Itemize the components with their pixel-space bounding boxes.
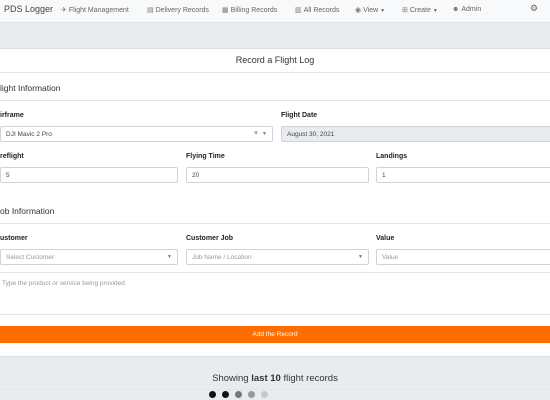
product-description-textarea[interactable]: Type the product or service being provid… bbox=[2, 280, 125, 287]
gear-icon[interactable]: ⚙ bbox=[530, 3, 538, 14]
nav-admin-label: Admin bbox=[461, 6, 482, 13]
eye-icon: ◉ bbox=[355, 7, 362, 14]
flight-date-field[interactable]: August 30, 2021 bbox=[281, 126, 550, 142]
preflight-input[interactable]: 5 bbox=[0, 167, 178, 183]
clear-icon[interactable]: × bbox=[254, 130, 258, 137]
caret-down-icon: ▼ bbox=[380, 8, 386, 14]
records-summary: Showing last 10 flight records bbox=[0, 373, 550, 384]
loading-dot bbox=[248, 391, 255, 398]
brand-logo[interactable]: PDS Logger bbox=[4, 4, 53, 14]
plus-square-icon: ⊞ bbox=[402, 7, 408, 14]
nav-billing-records[interactable]: ▦ Billing Records bbox=[222, 6, 277, 14]
flight-date-label: Flight Date bbox=[281, 112, 318, 119]
airframe-label: irframe bbox=[0, 112, 24, 119]
loading-dot bbox=[209, 391, 216, 398]
document-icon: ▤ bbox=[147, 7, 154, 14]
nav-delivery-records[interactable]: ▤ Delivery Records bbox=[147, 6, 209, 14]
nav-create-dropdown[interactable]: ⊞ Create ▼ bbox=[402, 6, 438, 14]
plane-icon: ✈ bbox=[61, 7, 67, 14]
loading-dot bbox=[235, 391, 242, 398]
flight-log-card bbox=[0, 48, 550, 357]
billing-icon: ▦ bbox=[222, 7, 229, 14]
value-input[interactable]: Value bbox=[376, 249, 550, 265]
nav-view-dropdown[interactable]: ◉ View ▼ bbox=[355, 6, 385, 14]
loading-dot bbox=[261, 391, 268, 398]
nav-all-records[interactable]: ▥ All Records bbox=[295, 6, 339, 14]
landings-label: Landings bbox=[376, 153, 408, 160]
records-summary-prefix: Showing bbox=[212, 373, 252, 384]
job-information-heading: ob Information bbox=[0, 206, 55, 216]
records-summary-suffix: flight records bbox=[280, 373, 338, 384]
customer-label: ustomer bbox=[0, 235, 28, 242]
flying-time-label: Flying Time bbox=[186, 153, 225, 160]
value-placeholder: Value bbox=[382, 254, 399, 261]
flying-time-input[interactable]: 20 bbox=[186, 167, 369, 183]
chevron-down-icon: ▼ bbox=[167, 254, 172, 260]
user-cog-icon: ☻ bbox=[452, 6, 460, 13]
textarea-top-border bbox=[0, 272, 550, 273]
airframe-selected-value: DJI Mavic 2 Pro bbox=[6, 131, 52, 138]
loading-dot bbox=[222, 391, 229, 398]
nav-delivery-records-label: Delivery Records bbox=[155, 7, 209, 14]
nav-create-label: Create bbox=[409, 7, 431, 14]
nav-flight-management-label: Flight Management bbox=[68, 7, 129, 14]
customer-select[interactable]: Select Customer ▼ bbox=[0, 249, 178, 265]
preflight-label: reflight bbox=[0, 153, 24, 160]
value-label: Value bbox=[376, 235, 395, 242]
customer-job-select[interactable]: Job Name / Location ▼ bbox=[186, 249, 369, 265]
nav-all-records-label: All Records bbox=[303, 7, 340, 14]
flight-information-heading: light Information bbox=[0, 83, 61, 93]
textarea-bottom-border bbox=[0, 314, 550, 315]
nav-admin[interactable]: ☻ Admin bbox=[452, 6, 481, 13]
page-title: Record a Flight Log bbox=[235, 55, 315, 65]
chevron-down-icon: ▼ bbox=[262, 131, 267, 137]
divider bbox=[0, 389, 550, 390]
nav-view-label: View bbox=[363, 7, 379, 14]
nav-flight-management[interactable]: ✈ Flight Management bbox=[61, 6, 129, 14]
divider bbox=[0, 223, 550, 224]
landings-input[interactable]: 1 bbox=[376, 167, 550, 183]
divider bbox=[0, 100, 550, 101]
chevron-down-icon: ▼ bbox=[358, 254, 363, 260]
caret-down-icon: ▼ bbox=[432, 8, 438, 14]
airframe-select[interactable]: DJI Mavic 2 Pro × ▼ bbox=[0, 126, 273, 142]
records-summary-count: last 10 bbox=[251, 373, 281, 384]
nav-billing-records-label: Billing Records bbox=[230, 7, 278, 14]
divider bbox=[0, 72, 550, 73]
bar-chart-icon: ▥ bbox=[295, 7, 302, 14]
customer-job-label: Customer Job bbox=[186, 235, 234, 242]
customer-job-placeholder: Job Name / Location bbox=[192, 254, 252, 261]
top-navbar: PDS Logger ✈ Flight Management ▤ Delivery … bbox=[0, 0, 550, 23]
add-record-button[interactable]: Add the Record bbox=[0, 326, 550, 343]
customer-placeholder: Select Customer bbox=[6, 254, 55, 261]
